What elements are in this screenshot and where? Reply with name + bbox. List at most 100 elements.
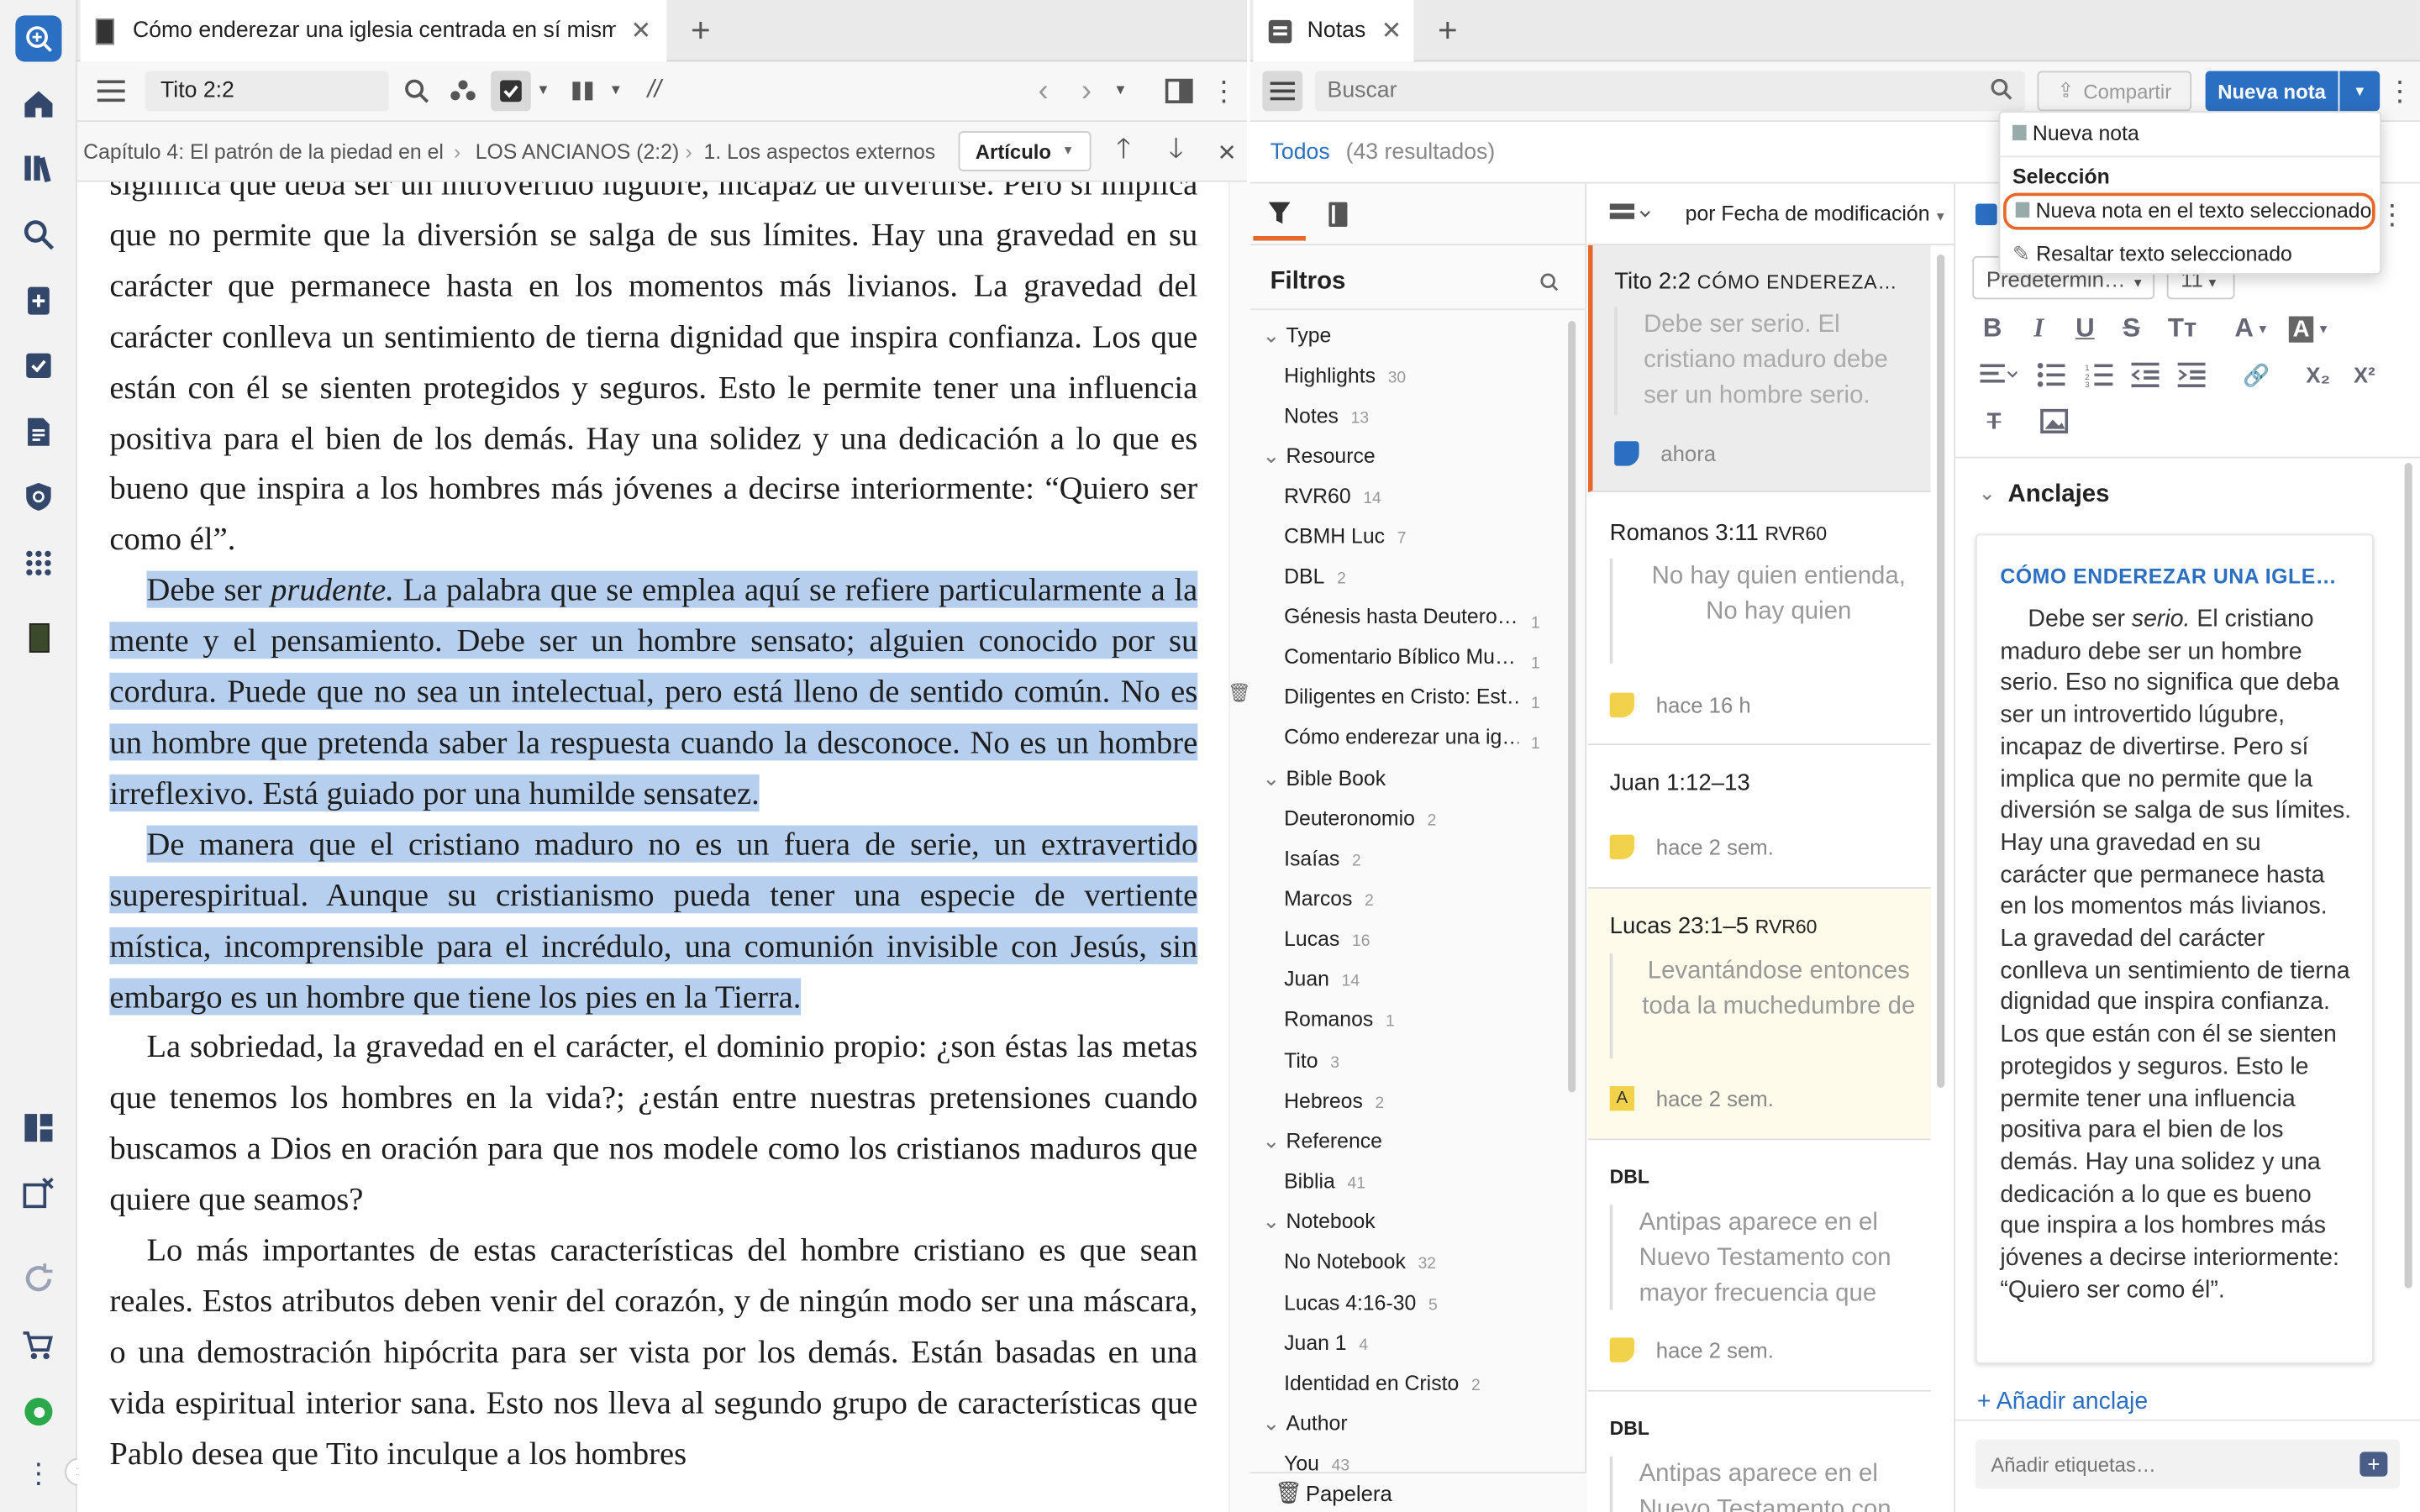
tags-field[interactable] [1975,1439,2331,1489]
close-breadcrumb-icon[interactable]: ✕ [1213,136,1241,170]
all-notes-link[interactable]: Todos [1270,140,1330,165]
filter-item[interactable]: Comentario Bíblico Mu… 1 [1284,645,1546,673]
add-tab-icon[interactable]: + [682,11,719,50]
bullet-list-icon[interactable] [2034,358,2068,391]
more-vertical-icon[interactable]: ⋮ [15,1450,61,1496]
checklist-icon[interactable] [15,343,61,389]
add-anchor-link[interactable]: + Añadir anclaje [1977,1389,2148,1416]
visual-filter-icon[interactable] [491,71,531,112]
scroll-down-icon[interactable]: 🡓 [1162,133,1190,170]
outdent-icon[interactable] [2128,358,2162,391]
forward-icon[interactable]: › [1071,73,1102,108]
filter-item[interactable]: Diligentes en Cristo: Est… 1 [1284,685,1546,712]
bold-icon[interactable]: B [1977,312,2008,345]
filter-item[interactable]: Lucas 16 [1284,927,1370,951]
search-icon[interactable] [400,74,434,108]
columns-icon[interactable] [566,74,600,108]
filter-item[interactable]: Romanos 1 [1284,1007,1395,1031]
notebook-icon[interactable] [1312,188,1364,240]
search-icon[interactable] [1991,78,2012,105]
menu-icon[interactable] [1262,71,1303,112]
add-tag-icon[interactable]: + [2360,1452,2388,1477]
back-icon[interactable]: ‹ [1028,73,1059,108]
filter-search-icon[interactable] [1537,270,1561,294]
tags-input[interactable]: + [1975,1439,2401,1489]
close-tab-icon[interactable]: ✕ [630,15,651,46]
filter-item[interactable]: Highlights 30 [1284,364,1406,387]
align-icon[interactable] [1977,358,2020,391]
panel-divider[interactable] [1228,181,1250,1512]
filters-scrollbar[interactable] [1568,321,1576,1093]
close-panels-icon[interactable] [15,1169,61,1215]
filter-item[interactable]: Deuteronomio 2 [1284,807,1436,831]
reader-content[interactable]: significa que deba ser un introvertido l… [76,181,1229,1512]
people-icon[interactable] [446,74,480,108]
filter-item[interactable]: Hebreos 2 [1284,1089,1384,1113]
filter-group-type[interactable]: Type [1262,324,1332,349]
list-view-icon[interactable] [1607,201,1653,228]
strikethrough-icon[interactable]: S [2116,312,2147,345]
anchor-card[interactable]: CÓMO ENDEREZAR UNA IGLE… Debe ser serio.… [1975,533,2374,1364]
new-note-dropdown-icon[interactable]: ▼ [2339,71,2381,112]
view-select[interactable]: Artículo ▼ [958,131,1092,171]
split-view-icon[interactable] [1160,74,1197,108]
filter-item[interactable]: No Notebook 32 [1284,1250,1436,1273]
paragraph-selected[interactable]: De manera que el cristiano maduro no es … [77,819,1228,1022]
reference-input[interactable]: Tito 2:2 [145,71,389,112]
indent-icon[interactable] [2175,358,2208,391]
notes-list-scrollbar[interactable] [1937,255,1945,1088]
menu-icon[interactable] [92,74,129,108]
trash-handle-icon[interactable]: 🗑 [1228,679,1251,706]
note-card-selected[interactable]: Tito 2:2 CÓMO ENDEREZA… Debe ser serio. … [1587,245,1931,492]
filter-group-resource[interactable]: Resource [1262,444,1376,469]
add-document-icon[interactable] [15,278,61,324]
logos-app-icon[interactable] [15,15,62,62]
trash-row[interactable]: 🗑 Papelera [1249,1472,1587,1512]
subscript-icon[interactable]: X₂ [2300,358,2337,391]
new-note-button[interactable]: Nueva nota [2205,71,2338,112]
filter-item[interactable]: CBMH Luc 7 [1284,524,1406,548]
filter-item[interactable]: Tito 3 [1284,1049,1339,1073]
search-icon[interactable] [15,212,61,258]
note-card[interactable]: Lucas 23:1–5 RVR60 Levantándose entonces… [1587,888,1931,1141]
chevron-down-icon[interactable]: ▼ [534,77,552,102]
filter-item[interactable]: Marcos 2 [1284,887,1374,911]
notes-search-input[interactable] [1314,71,2025,112]
share-button[interactable]: ⇪ Compartir [2037,71,2192,112]
breadcrumb-item-subsection[interactable]: 1. Los aspectos externos [704,140,936,164]
filter-item[interactable]: Lucas 4:16-30 5 [1284,1291,1438,1315]
notes-tab[interactable]: Notas ✕ [1253,0,1414,62]
chevron-down-icon[interactable]: ▼ [607,77,625,102]
editor-scrollbar[interactable] [2404,463,2412,1289]
apps-grid-icon[interactable] [15,540,61,586]
cart-icon[interactable] [15,1322,61,1368]
menu-item-new-note-selection[interactable]: Nueva nota en el texto seleccionado [2003,192,2375,230]
editor-menu-icon[interactable]: ⋮ [2378,197,2406,231]
note-style-swatch-icon[interactable] [1975,203,1997,226]
breadcrumb-item-section[interactable]: LOS ANCIANOS (2:2) [476,140,680,164]
filter-group-reference[interactable]: Reference [1262,1129,1382,1153]
menu-item-new-note[interactable]: Nueva nota [2012,122,2139,145]
note-card[interactable]: DBL Antipas aparece en el Nuevo Testamen… [1587,1140,1931,1392]
filter-item[interactable]: Identidad en Cristo 2 [1284,1372,1481,1395]
shield-icon[interactable] [15,474,61,520]
font-color-icon[interactable]: A ▼ [2232,312,2272,345]
note-card[interactable]: DBL Antipas aparece en el Nuevo Testamen… [1587,1391,1931,1512]
home-icon[interactable] [15,81,61,127]
layout-icon[interactable] [15,1105,61,1151]
numbered-list-icon[interactable]: 123 [2082,358,2116,391]
filter-group-bible-book[interactable]: Bible Book [1262,767,1386,791]
history-dropdown-icon[interactable]: ▼ [1110,77,1132,102]
book-cover-icon[interactable] [15,614,61,660]
text-size-icon[interactable]: Tт [2162,312,2202,345]
filter-item[interactable]: Juan 1 4 [1284,1331,1368,1355]
paragraph-selected[interactable]: Debe ser prudente. La palabra que se emp… [77,565,1228,819]
link-icon[interactable]: 🔗 [2241,358,2272,391]
note-card[interactable]: Juan 1:12–13 hace 2 sem. [1587,745,1931,889]
filter-item[interactable]: DBL 2 [1284,564,1346,588]
breadcrumb-item-chapter[interactable]: Capítulo 4: El patrón de la piedad en el [83,140,447,164]
insert-image-icon[interactable] [2037,404,2070,438]
notes-search-field[interactable] [1314,71,1964,112]
menu-item-highlight-selection[interactable]: ✎ Resaltar texto seleccionado [2012,242,2292,266]
library-icon[interactable] [15,145,61,192]
